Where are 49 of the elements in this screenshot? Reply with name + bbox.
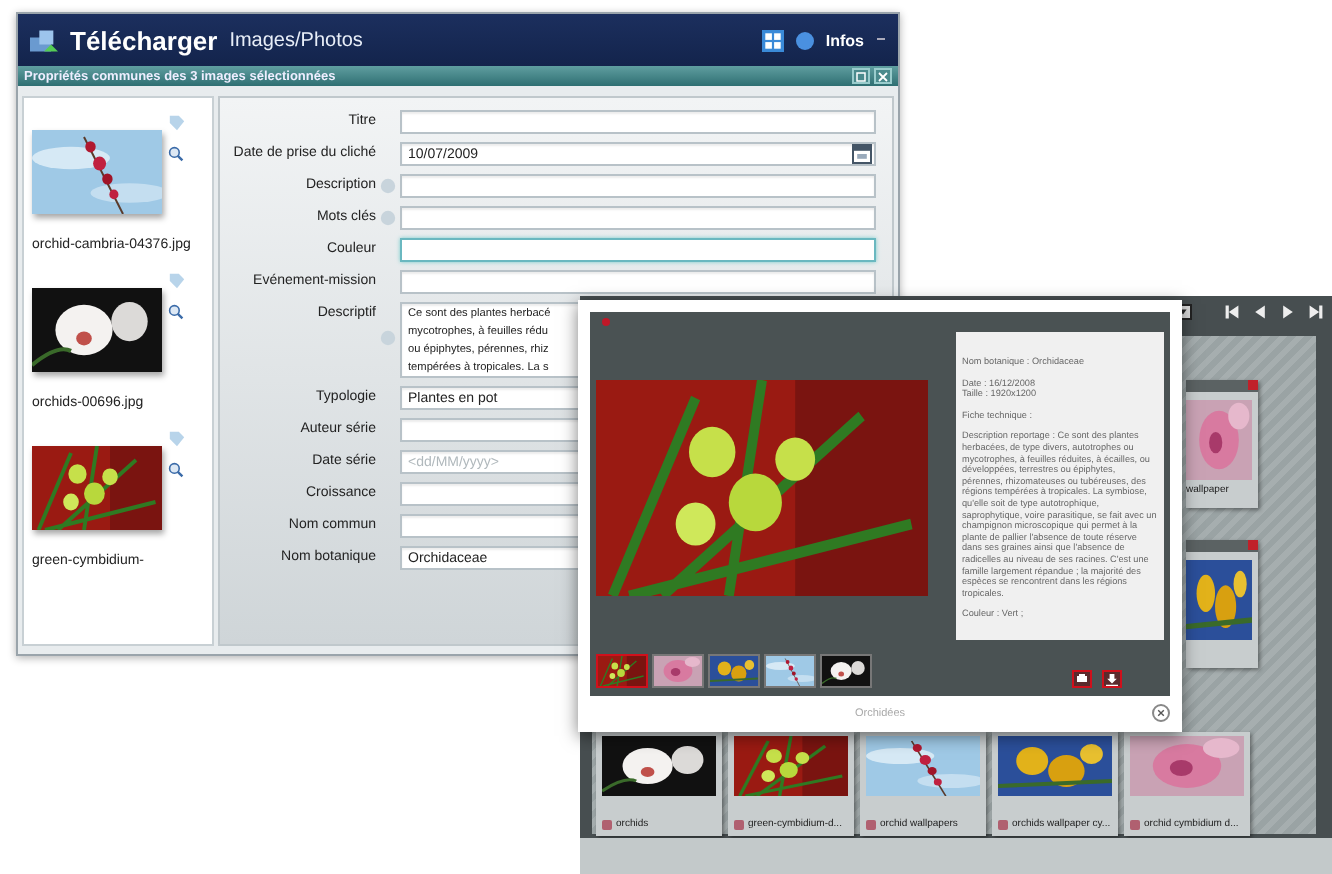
zoom-icon <box>168 146 184 162</box>
first-icon <box>1224 304 1240 320</box>
download-icon <box>1106 673 1118 685</box>
info-icon <box>795 31 814 49</box>
tray-button[interactable] <box>1072 670 1092 688</box>
input-field[interactable] <box>400 238 876 262</box>
previous-button[interactable] <box>1252 304 1268 320</box>
thumbnail[interactable] <box>596 654 648 688</box>
image-icon <box>734 819 744 829</box>
restore-button[interactable] <box>852 68 870 84</box>
close-button[interactable] <box>874 68 892 84</box>
first-page-button[interactable] <box>1224 304 1240 320</box>
thumbnail[interactable] <box>820 654 872 688</box>
restore-icon <box>856 71 866 81</box>
close-icon <box>1154 706 1168 720</box>
input-field[interactable] <box>400 110 876 134</box>
infos-menu[interactable]: Infos <box>825 31 864 49</box>
last-page-button[interactable] <box>1308 304 1324 320</box>
thumbnail[interactable] <box>708 654 760 688</box>
input-field[interactable] <box>400 270 876 294</box>
app-title: Télécharger <box>70 25 218 55</box>
status-dot <box>602 318 610 326</box>
tag-icon <box>168 272 186 290</box>
section-title: Images/Photos <box>229 29 363 51</box>
image-icon <box>602 819 612 829</box>
download-button[interactable] <box>1102 670 1122 688</box>
tag-icon <box>168 114 186 132</box>
image-icon <box>866 819 876 829</box>
last-icon <box>1308 304 1324 320</box>
thumbnail[interactable] <box>764 654 816 688</box>
left-arrow-icon <box>1252 304 1268 320</box>
calendar-icon <box>854 146 870 162</box>
close-button[interactable] <box>1152 704 1170 722</box>
close-icon <box>878 71 888 81</box>
image-icon <box>998 819 1008 829</box>
right-arrow-icon <box>1280 304 1296 320</box>
input-field[interactable] <box>400 174 876 198</box>
input-field[interactable] <box>400 206 876 230</box>
tray-icon <box>1076 674 1088 684</box>
zoom-icon <box>168 304 184 320</box>
next-button[interactable] <box>1280 304 1296 320</box>
calendar-button[interactable] <box>852 144 872 164</box>
zoom-icon <box>168 462 184 478</box>
image-icon <box>1130 819 1140 829</box>
grid-icon <box>761 29 784 51</box>
thumbnail[interactable] <box>652 654 704 688</box>
tag-icon <box>168 430 186 448</box>
upload-icon <box>30 27 58 53</box>
photo-card[interactable] <box>1186 540 1258 668</box>
